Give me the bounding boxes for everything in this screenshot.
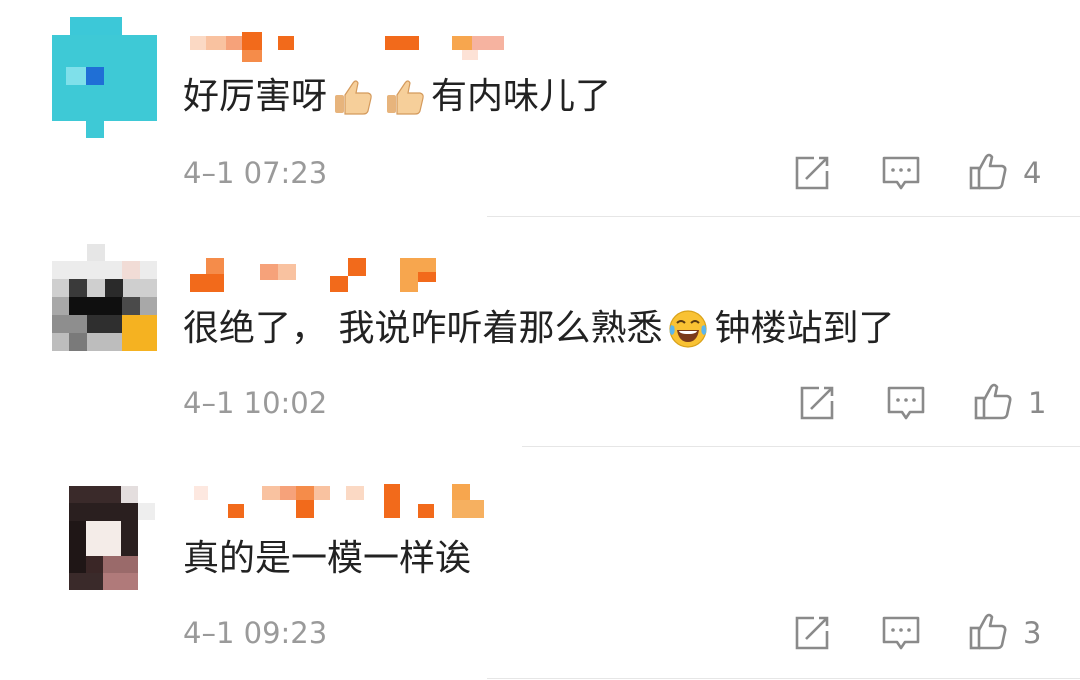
comment-text-before: 很绝了， 我说咋听着那么熟悉 [183,308,663,349]
comment-time: 4–1 10:02 [183,386,328,420]
username-redacted[interactable] [190,484,520,524]
comment-text-body: 真的是一模一样诶 [183,538,472,579]
like-count: 3 [1023,616,1042,650]
like-count: 1 [1028,386,1047,420]
thumbs-up-icon[interactable] [973,381,1013,421]
username-redacted[interactable] [190,258,520,298]
comment-text-after: 有内味儿了 [431,76,612,117]
avatar[interactable] [52,17,157,138]
divider [487,216,1080,217]
comment-item: 真的是一模一样诶 4–1 09:23 3 [0,448,1080,680]
comment-text-after: 钟楼站到了 [714,308,895,349]
share-edit-icon[interactable] [797,383,837,423]
thumbs-up-icon[interactable] [968,151,1008,191]
share-edit-icon[interactable] [792,153,832,193]
username-redacted[interactable] [190,32,520,72]
comment-item: 很绝了， 我说咋听着那么熟悉 钟楼站到了 4–1 10:02 1 [0,218,1080,448]
comment-time: 4–1 07:23 [183,156,328,190]
comment-icon[interactable] [881,613,921,653]
comment-time: 4–1 09:23 [183,616,328,650]
avatar[interactable] [52,244,157,365]
comment-text: 真的是一模一样诶 [183,537,471,581]
comment-text: 很绝了， 我说咋听着那么熟悉 钟楼站到了 [183,307,894,351]
comment-text: 好厉害呀 有内味儿了 [183,75,611,119]
thumbs-up-icon[interactable] [968,611,1008,651]
comment-icon[interactable] [881,153,921,193]
thumbs-up-emoji-icon [335,80,372,115]
comment-icon[interactable] [886,383,926,423]
like-count: 4 [1023,156,1042,190]
avatar[interactable] [69,486,155,590]
thumbs-up-emoji-icon [387,80,424,115]
share-edit-icon[interactable] [792,613,832,653]
comment-text-before: 好厉害呀 [183,76,328,117]
comment-item: 好厉害呀 有内味儿了 4–1 07:23 4 [0,0,1080,218]
divider [522,446,1080,447]
divider [487,678,1080,679]
tears-of-joy-emoji-icon [669,310,708,348]
